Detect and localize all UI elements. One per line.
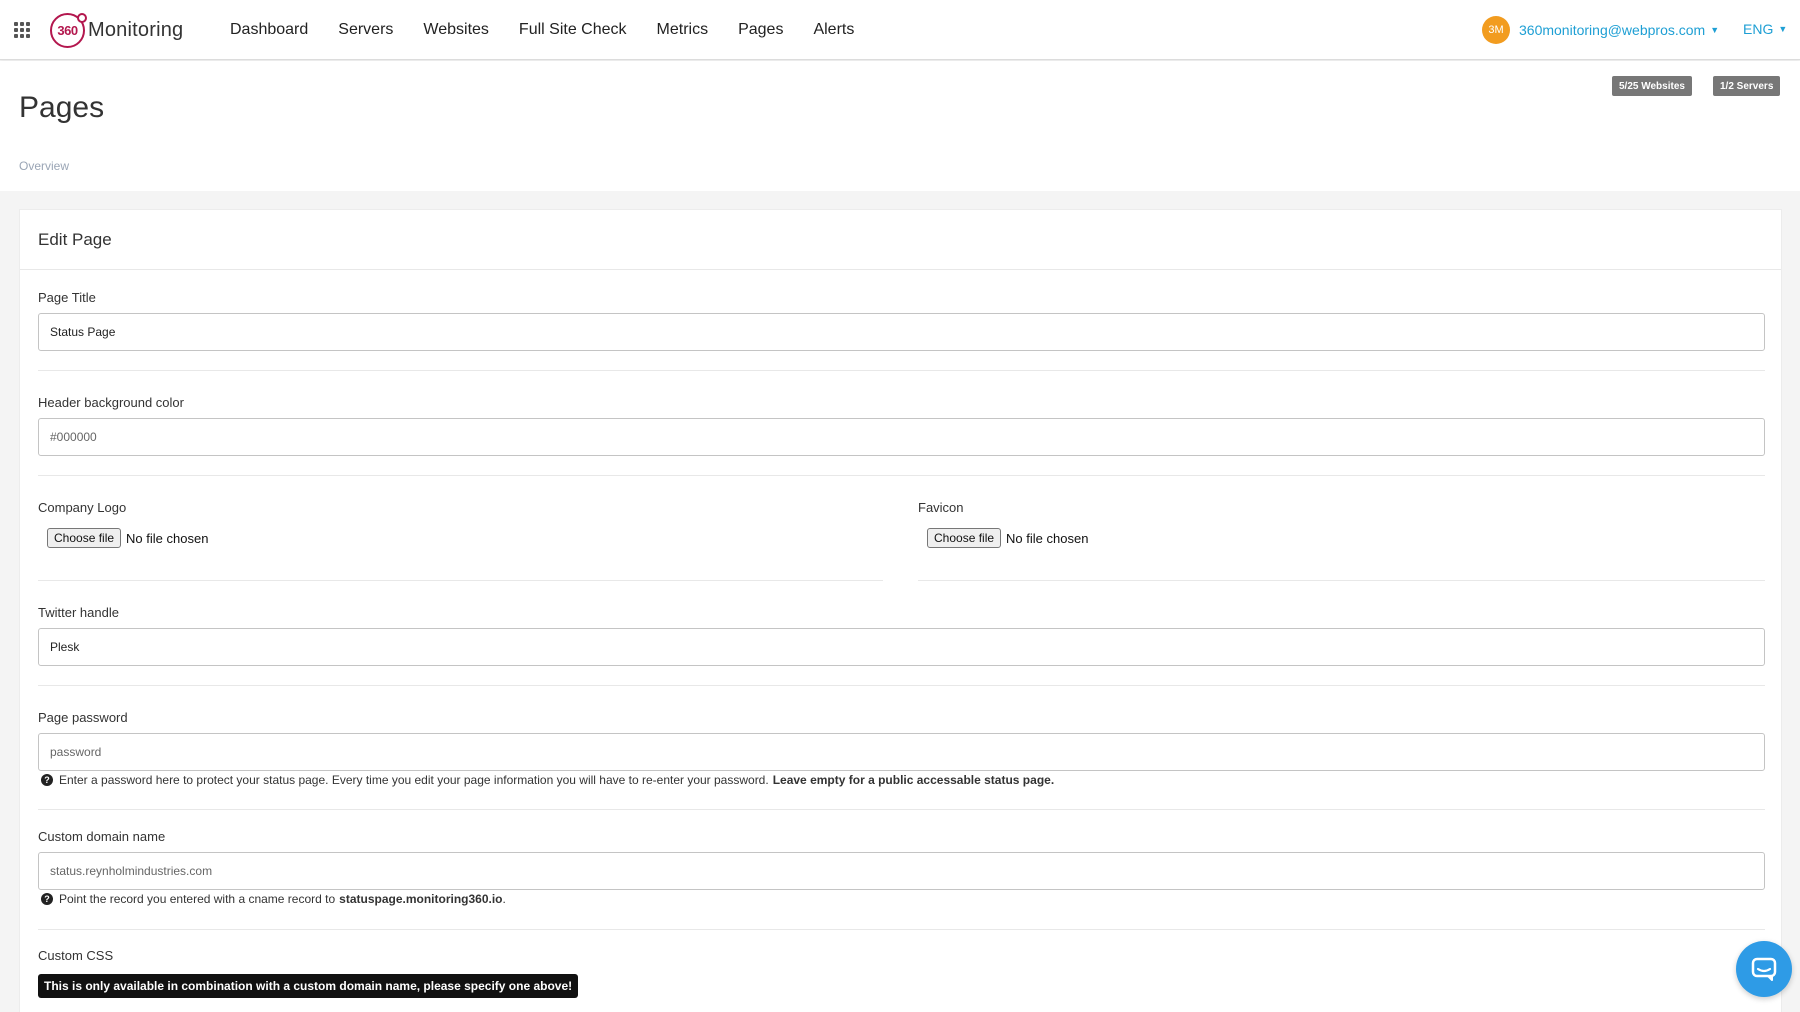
domain-help-end: . (502, 892, 506, 906)
logo-mark: 360 (50, 12, 87, 48)
favicon-file-status: No file chosen (1006, 530, 1089, 546)
chevron-down-icon: ▼ (1778, 24, 1788, 34)
divider (38, 370, 1765, 371)
company-logo-field: Company Logo Choose file No file chosen (38, 500, 883, 581)
app-name: Monitoring (88, 18, 184, 41)
custom-css-label: Custom CSS (38, 948, 114, 963)
domain-field: Custom domain name ? Point the record yo… (38, 829, 1765, 930)
page-title-label: Page Title (38, 290, 96, 305)
company-logo-file-input: Choose file No file chosen (47, 528, 208, 548)
favicon-label: Favicon (918, 500, 964, 515)
language-label: ENG (1743, 21, 1774, 37)
custom-css-field: Custom CSS This is only available in com… (38, 948, 1765, 998)
custom-css-warning: This is only available in combination wi… (38, 974, 579, 998)
domain-help-bold: statuspage.monitoring360.io (339, 892, 503, 906)
card-title: Edit Page (20, 210, 1781, 270)
divider (918, 580, 1765, 581)
grid-icon[interactable] (14, 22, 30, 38)
favicon-file-input: Choose file No file chosen (927, 528, 1088, 548)
header-bg-label: Header background color (38, 395, 184, 410)
chat-bubble-icon[interactable] (1736, 941, 1792, 997)
header-bg-input[interactable] (38, 418, 1765, 456)
page-title: Pages (19, 91, 105, 124)
nav-alerts[interactable]: Alerts (813, 21, 854, 39)
websites-quota-badge: 5/25 Websites (1612, 76, 1692, 96)
password-input[interactable] (38, 733, 1765, 771)
domain-help-text: Point the record you entered with a cnam… (59, 892, 336, 906)
user-menu[interactable]: 3M 360monitoring@webpros.com ▼ (1482, 16, 1719, 44)
favicon-choose-button[interactable]: Choose file (927, 528, 1002, 548)
chat-icon-glyph (1751, 957, 1777, 981)
divider (38, 475, 1765, 476)
domain-label: Custom domain name (38, 829, 166, 844)
language-selector[interactable]: ENG ▼ (1743, 21, 1787, 37)
divider (38, 809, 1765, 810)
edit-page-card: Edit Page Page Title Header background c… (19, 209, 1782, 1012)
divider (38, 929, 1765, 930)
company-logo-file-status: No file chosen (126, 530, 209, 546)
password-label: Page password (38, 710, 128, 725)
twitter-input[interactable] (38, 628, 1765, 666)
nav-pages[interactable]: Pages (738, 21, 783, 39)
twitter-label: Twitter handle (38, 605, 119, 620)
chevron-down-icon: ▼ (1710, 25, 1720, 35)
user-email: 360monitoring@webpros.com (1519, 22, 1706, 38)
password-help-text: Enter a password here to protect your st… (59, 773, 769, 787)
nav-websites[interactable]: Websites (423, 21, 489, 39)
header-bg-field: Header background color (38, 395, 1765, 476)
page-title-field: Page Title (38, 290, 1765, 371)
divider (38, 685, 1765, 686)
breadcrumb-overview[interactable]: Overview (19, 159, 69, 173)
favicon-field: Favicon Choose file No file chosen (918, 500, 1765, 581)
divider (38, 580, 883, 581)
twitter-field: Twitter handle (38, 605, 1765, 686)
avatar: 3M (1482, 16, 1510, 44)
nav-dashboard[interactable]: Dashboard (230, 21, 308, 39)
top-navbar: 360 Monitoring Dashboard Servers Website… (0, 0, 1800, 60)
nav-servers[interactable]: Servers (338, 21, 393, 39)
question-circle-icon: ? (41, 774, 53, 786)
question-circle-icon: ? (41, 893, 53, 905)
domain-input[interactable] (38, 852, 1765, 890)
company-logo-choose-button[interactable]: Choose file (47, 528, 122, 548)
app-logo[interactable]: 360 Monitoring (50, 12, 183, 48)
page-header: 5/25 Websites 1/2 Servers Pages Overview (0, 61, 1800, 191)
domain-help: ? Point the record you entered with a cn… (41, 892, 506, 906)
password-field: Page password ? Enter a password here to… (38, 710, 1765, 810)
company-logo-label: Company Logo (38, 500, 127, 515)
nav-metrics[interactable]: Metrics (657, 21, 709, 39)
password-help-bold: Leave empty for a public accessable stat… (772, 773, 1055, 787)
nav-full-site-check[interactable]: Full Site Check (519, 21, 627, 39)
page-title-input[interactable] (38, 313, 1765, 351)
servers-quota-badge: 1/2 Servers (1713, 76, 1781, 96)
main-nav: Dashboard Servers Websites Full Site Che… (230, 0, 884, 60)
password-help: ? Enter a password here to protect your … (41, 773, 1054, 787)
